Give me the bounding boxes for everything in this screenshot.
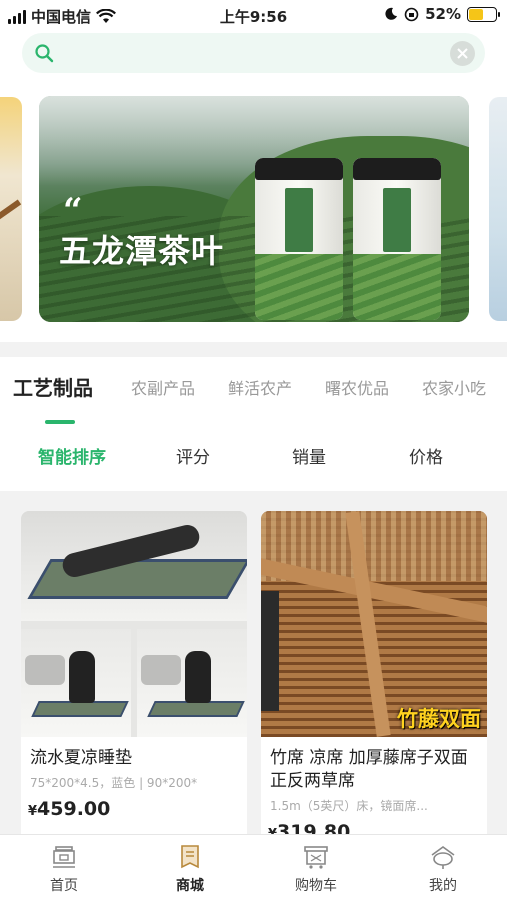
tab-crafts[interactable]: 工艺制品 (13, 372, 93, 401)
tea-can-image (255, 158, 343, 320)
cart-icon (304, 846, 328, 869)
tab-agri-products[interactable]: 农副产品 (131, 375, 195, 399)
search-input[interactable] (66, 41, 426, 65)
sort-smart[interactable]: 智能排序 (38, 443, 106, 468)
orientation-lock-icon (404, 7, 419, 21)
nav-profile[interactable]: 我的 (403, 843, 483, 895)
sort-bar: 智能排序 评分 销量 价格 (0, 443, 507, 473)
active-tab-indicator (45, 420, 75, 424)
moon-icon (385, 7, 398, 20)
search-bar[interactable] (22, 33, 485, 73)
mall-icon (181, 845, 199, 869)
sort-sales[interactable]: 销量 (292, 443, 326, 468)
product-image-tag: 竹藤双面 (397, 707, 481, 731)
product-price: ¥459.00 (28, 798, 110, 820)
product-spec: 1.5m（5英尺）床，镜面席... (270, 799, 428, 813)
tab-fresh-produce[interactable]: 鲜活农产 (228, 375, 292, 399)
home-icon (53, 846, 75, 868)
battery-icon (467, 6, 500, 22)
product-card[interactable]: 竹藤双面 竹席 凉席 加厚藤席子双面正反两草席 1.5m（5英尺）床，镜面席..… (261, 511, 487, 841)
product-image: 竹藤双面 (261, 511, 487, 737)
category-tabs: 工艺制品 农副产品 鲜活农产 曙农优品 农家小吃 (0, 375, 507, 411)
category-section: 工艺制品 农副产品 鲜活农产 曙农优品 农家小吃 智能排序 评分 销量 价格 (0, 357, 507, 491)
product-spec: 75*200*4.5，蓝色 | 90*200* (30, 776, 198, 790)
nav-label: 商城 (176, 878, 204, 894)
nav-label: 首页 (50, 878, 78, 894)
nav-home[interactable]: 首页 (24, 843, 104, 895)
status-bar: 中国电信 上午9:56 52% (0, 0, 507, 30)
close-icon (457, 48, 468, 59)
profile-icon (431, 846, 455, 869)
currency-symbol: ¥ (28, 804, 38, 819)
product-card[interactable]: 流水夏凉睡垫 75*200*4.5，蓝色 | 90*200* ¥459.00 (21, 511, 247, 841)
banner-next-slide[interactable] (489, 97, 507, 321)
quote-mark: “ (63, 191, 83, 231)
tab-snacks[interactable]: 农家小吃 (422, 375, 486, 399)
price-value: 459.00 (37, 798, 111, 820)
nav-mall[interactable]: 商城 (150, 843, 230, 895)
banner-title: 五龙潭茶叶 (59, 232, 225, 270)
tea-can-image (353, 158, 441, 320)
sort-rating[interactable]: 评分 (176, 443, 210, 468)
search-icon (35, 44, 54, 63)
bottom-nav: 首页 商城 购物车 我的 (0, 834, 507, 900)
status-right: 52% (384, 5, 500, 23)
sort-price[interactable]: 价格 (409, 443, 443, 468)
banner-prev-slide[interactable] (0, 97, 22, 321)
header: “ 五龙潭茶叶 (0, 30, 507, 342)
nav-label: 我的 (429, 878, 457, 894)
product-image (21, 511, 247, 737)
nav-label: 购物车 (295, 878, 337, 894)
tab-premium-products[interactable]: 曙农优品 (325, 375, 389, 399)
battery-percent: 52% (425, 5, 461, 23)
product-name: 竹席 凉席 加厚藤席子双面正反两草席 (270, 748, 468, 791)
nav-cart[interactable]: 购物车 (276, 843, 356, 895)
page: 中国电信 上午9:56 52% “ 五龙潭茶叶 工艺制品 农副产品 鲜活农产 曙… (0, 0, 507, 900)
clear-search-button[interactable] (450, 41, 475, 66)
product-name: 流水夏凉睡垫 (30, 748, 132, 768)
banner-slide[interactable]: “ 五龙潭茶叶 (39, 96, 469, 322)
